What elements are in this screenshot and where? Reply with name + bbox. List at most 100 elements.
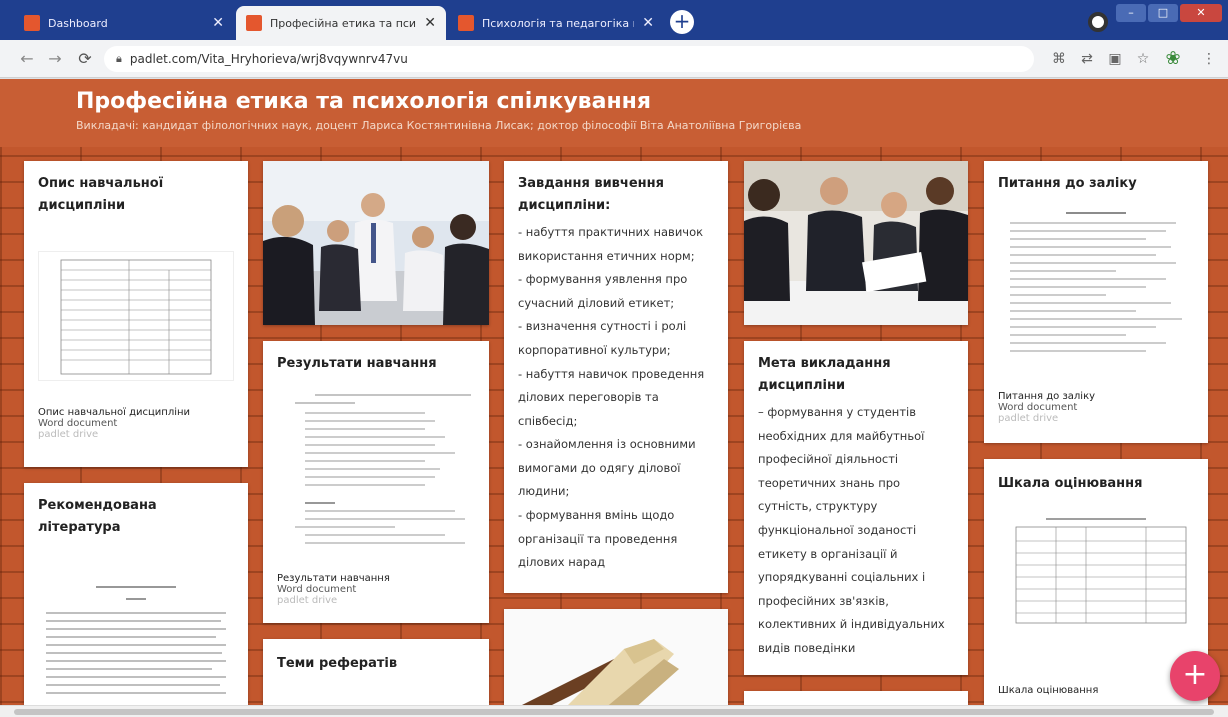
close-tab-icon[interactable]: ✕ <box>642 15 654 31</box>
card-literatura[interactable]: Рекомендована література <box>24 483 248 705</box>
body-line: людини; <box>518 484 570 499</box>
padlet-favicon-icon <box>24 15 40 31</box>
body-line: - формування вмінь щодо <box>518 507 675 522</box>
card-opys[interactable]: Опис навчальної дисципліни Опис навчальн… <box>24 161 248 467</box>
card-title: Теми рефератів <box>277 656 398 671</box>
attachment-source: padlet drive <box>277 595 338 606</box>
body-line: сутність, структуру <box>758 499 878 514</box>
body-line: колективних й індивідуальних <box>758 617 945 632</box>
body-line: - формування уявлення про <box>518 272 688 287</box>
card-title: Мета викладання дисципліни <box>758 356 891 394</box>
body-line: ділових переговорів та <box>518 390 659 405</box>
extension-leaf-icon[interactable]: ❀ <box>1164 50 1182 68</box>
body-line: - визначення сутності і ролі <box>518 319 687 334</box>
page-subtitle: Викладачі: кандидат філологічних наук, д… <box>76 119 802 132</box>
apps-icon[interactable]: ⌘ <box>1050 50 1068 68</box>
card-body: - набуття практичних навичок використанн… <box>504 217 728 578</box>
card-title: Результати навчання <box>277 356 437 371</box>
body-line: професійної діяльності <box>758 452 899 467</box>
card-title: Шкала оцінювання <box>998 476 1143 491</box>
add-post-button[interactable]: + <box>1170 651 1220 701</box>
attachment-type: Word document <box>998 402 1078 413</box>
attachment-type: Word document <box>277 584 357 595</box>
minimize-icon[interactable]: – <box>1116 4 1146 22</box>
address-bar[interactable]: 🔒︎ padlet.com/Vita_Hryhorieva/wrj8vqywnr… <box>104 46 1034 72</box>
tab-title: Професійна етика та психологі <box>270 16 417 30</box>
profile-icon[interactable] <box>1088 12 1108 32</box>
card-title: Завдання вивчення дисципліни: <box>518 176 664 214</box>
book-photo[interactable] <box>504 609 728 705</box>
page-title: Професійна етика та психологія спілкуван… <box>76 89 651 114</box>
maximize-icon[interactable]: □ <box>1148 4 1178 22</box>
close-tab-icon[interactable]: ✕ <box>424 15 436 31</box>
document-thumbnail <box>38 251 234 382</box>
body-line: сучасний діловий етикет; <box>518 295 675 310</box>
attachment-source: padlet drive <box>38 429 99 440</box>
padlet-favicon-icon <box>458 15 474 31</box>
table-doc-preview <box>60 259 212 375</box>
body-line: - набуття навичок проведення <box>518 366 705 381</box>
reload-icon[interactable]: ⟳ <box>76 50 94 68</box>
new-tab-button[interactable]: + <box>670 10 694 34</box>
body-line: використання етичних норм; <box>518 248 695 263</box>
body-line: – формування у студентів <box>758 405 916 420</box>
body-line: необхідних для майбутньої <box>758 428 925 443</box>
card-rezultaty[interactable]: Результати навчання Результати навчання … <box>263 341 489 623</box>
body-line: професійних зв'язків, <box>758 593 889 608</box>
body-line: корпоративної культури; <box>518 343 671 357</box>
close-window-icon[interactable]: ✕ <box>1180 4 1222 22</box>
body-line: упорядкуванні соціальних і <box>758 570 926 585</box>
body-line: етикету в організації й <box>758 546 898 561</box>
body-line: - набуття практичних навичок <box>518 225 704 240</box>
attachment-title[interactable]: Опис навчальної дисципліни <box>24 407 204 418</box>
browser-toolbar: ← → ⟳ 🔒︎ padlet.com/Vita_Hryhorieva/wrj8… <box>0 40 1228 78</box>
attachment-title[interactable]: Питання до заліку <box>984 391 1109 402</box>
window-controls: – □ ✕ <box>1116 4 1222 22</box>
attachment-source: padlet drive <box>998 413 1059 424</box>
meeting-image <box>263 161 489 325</box>
url-text: padlet.com/Vita_Hryhorieva/wrj8vqywnrv47… <box>129 52 408 66</box>
body-line: функціональної зоданості <box>758 523 917 537</box>
padlet-board: Професійна етика та психологія спілкуван… <box>0 79 1228 705</box>
document-thumbnail <box>1015 518 1187 624</box>
business-meeting-photo[interactable] <box>263 161 489 325</box>
padlet-header: Професійна етика та психологія спілкуван… <box>0 79 1228 147</box>
padlet-favicon-icon <box>246 15 262 31</box>
document-thumbnail <box>1010 212 1182 352</box>
attachment-title[interactable]: Шкала оцінювання <box>984 685 1112 696</box>
card-title: Рекомендована література <box>38 498 157 536</box>
body-line: видів поведінки <box>758 640 856 655</box>
scrollbar-thumb[interactable] <box>14 709 1214 715</box>
tab-title: Психологія та педагогіка вищ <box>482 16 634 30</box>
card-meta[interactable]: Мета викладання дисципліни – формування … <box>744 341 968 675</box>
tab-active-padlet[interactable]: Професійна етика та психологі ✕ <box>236 6 446 40</box>
browser-tab-bar: Dashboard ✕ Професійна етика та психолог… <box>0 0 1228 40</box>
tab-dashboard[interactable]: Dashboard ✕ <box>14 6 234 40</box>
team-discussion-photo[interactable] <box>744 161 968 325</box>
body-line: співбесід; <box>518 413 578 428</box>
card-pytannia[interactable]: Питання до заліку Питання до заліку Word… <box>984 161 1208 443</box>
tab-psychology[interactable]: Психологія та педагогіка вищ ✕ <box>448 6 664 40</box>
body-line: теоретичних знань про <box>758 475 901 490</box>
team-image <box>744 161 968 325</box>
bookmark-star-icon[interactable]: ☆ <box>1134 50 1152 68</box>
card-body: – формування у студентів необхідних для … <box>744 397 968 664</box>
body-line: організації та проведення <box>518 531 678 546</box>
card-zavdannia[interactable]: Завдання вивчення дисципліни: - набуття … <box>504 161 728 593</box>
extension-icon[interactable]: ▣ <box>1106 50 1124 68</box>
forward-arrow-icon[interactable]: → <box>46 50 64 68</box>
document-thumbnail <box>46 586 226 694</box>
menu-kebab-icon[interactable]: ⋮ <box>1200 50 1218 68</box>
open-book-image <box>504 609 728 705</box>
horizontal-scrollbar[interactable] <box>0 705 1228 717</box>
card-next-stub[interactable] <box>744 691 968 705</box>
lock-icon: 🔒︎ <box>116 52 122 65</box>
back-arrow-icon[interactable]: ← <box>18 50 36 68</box>
card-title: Питання до заліку <box>998 176 1137 191</box>
card-temy[interactable]: Теми рефератів <box>263 639 489 705</box>
tab-title: Dashboard <box>48 16 108 30</box>
body-line: - ознайомлення із основними <box>518 437 696 452</box>
close-tab-icon[interactable]: ✕ <box>212 15 224 31</box>
translate-icon[interactable]: ⇄ <box>1078 50 1096 68</box>
attachment-title[interactable]: Результати навчання <box>263 573 404 584</box>
